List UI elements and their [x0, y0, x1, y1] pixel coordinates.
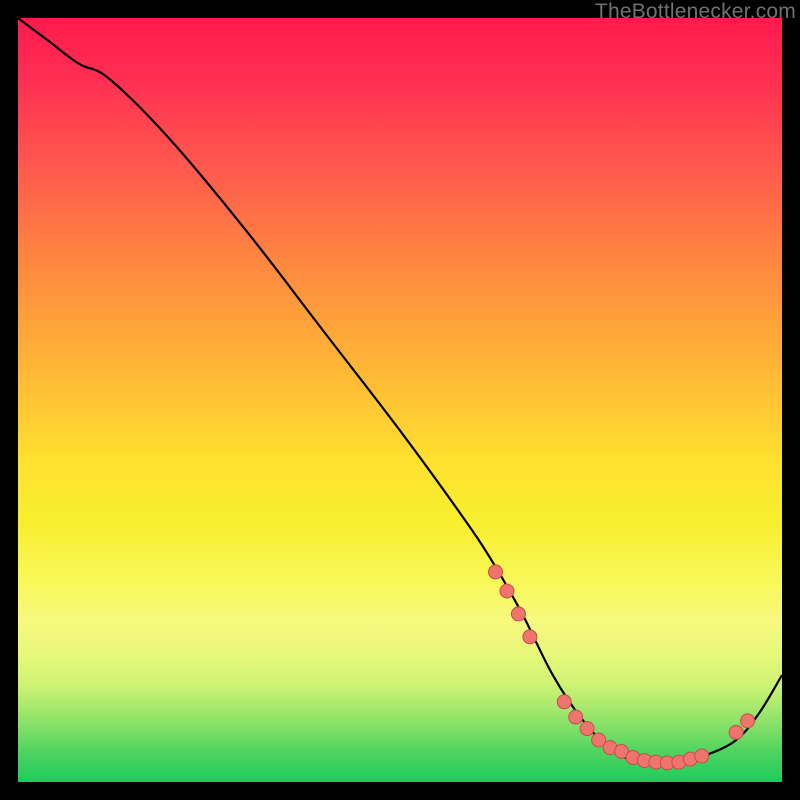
- data-marker: [569, 710, 583, 724]
- data-marker: [580, 722, 594, 736]
- data-marker: [741, 714, 755, 728]
- data-marker: [695, 749, 709, 763]
- data-marker: [511, 607, 525, 621]
- data-marker: [523, 630, 537, 644]
- attribution-label: TheBottlenecker.com: [595, 0, 796, 24]
- data-markers: [489, 565, 755, 770]
- data-marker: [557, 695, 571, 709]
- plot-area: [18, 18, 782, 782]
- data-marker: [489, 565, 503, 579]
- data-marker: [500, 584, 514, 598]
- bottleneck-curve: [18, 18, 782, 764]
- data-marker: [729, 725, 743, 739]
- chart-svg: [18, 18, 782, 782]
- chart-stage: TheBottlenecker.com: [0, 0, 800, 800]
